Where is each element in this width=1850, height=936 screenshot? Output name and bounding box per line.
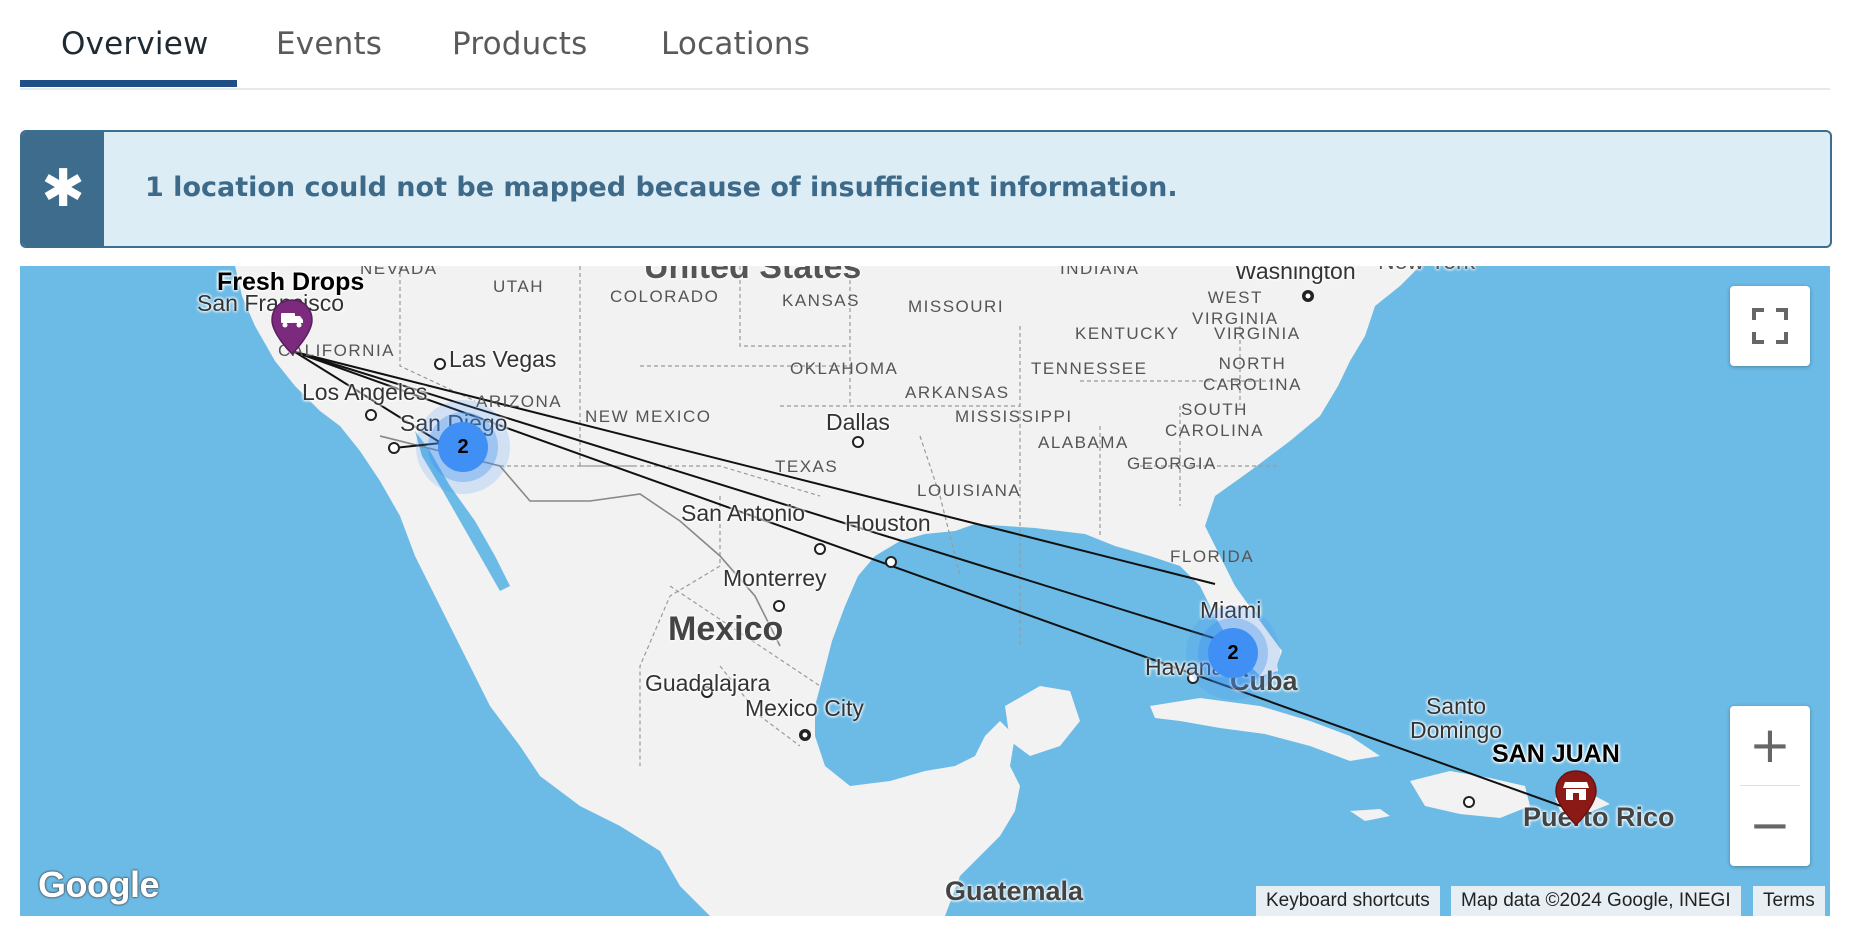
keyboard-shortcuts-link[interactable]: Keyboard shortcuts [1256,886,1440,916]
label-monterrey: Monterrey [723,565,827,591]
marker-title-san-juan: SAN JUAN [1492,740,1620,768]
zoom-control: + − [1730,706,1810,866]
label-north-carolina: NORTH CAROLINA [1203,354,1302,394]
map-data-attribution: Map data ©2024 Google, INEGI [1451,886,1741,916]
fullscreen-icon [1752,308,1788,344]
label-los-angeles: Los Angeles [302,379,428,405]
tab-events[interactable]: Events [276,26,382,62]
label-south-carolina: SOUTH CAROLINA [1165,400,1264,440]
label-arkansas: ARKANSAS [905,383,1010,402]
label-washington: Washington [1235,266,1356,284]
terms-link[interactable]: Terms [1753,886,1825,916]
tab-locations[interactable]: Locations [661,26,810,62]
label-louisiana: LOUISIANA [917,481,1022,500]
label-las-vegas: Las Vegas [449,346,557,372]
tab-products[interactable]: Products [452,26,587,62]
origin-marker[interactable] [270,298,314,356]
jamaica-land [1350,809,1390,821]
label-west-virginia: WEST VIRGINIA [1192,288,1279,328]
label-united-states: United States [644,266,862,286]
label-tennessee: TENNESSEE [1031,359,1148,378]
label-kentucky: KENTUCKY [1075,324,1180,343]
label-new-york: New York [1378,266,1475,275]
tab-overview[interactable]: Overview [61,26,209,62]
label-guadalajara: Guadalajara [645,670,771,696]
label-oklahoma: OKLAHOMA [790,359,899,378]
label-utah: UTAH [493,277,545,296]
zoom-in-button[interactable]: + [1730,706,1810,786]
asterisk-icon: ✱ [41,159,85,219]
label-santo-domingo: Santo Domingo [1410,693,1503,743]
label-mexico-city: Mexico City [745,695,864,721]
label-arizona: ARIZONA [476,392,563,411]
active-tab-indicator [20,80,237,87]
label-san-antonio: San Antonio [681,500,806,526]
label-florida: FLORIDA [1170,547,1255,566]
label-mexico: Mexico [668,610,784,648]
alert-icon-box: ✱ [22,132,104,246]
hispaniola-land [1410,771,1530,818]
yucatan-land [1005,686,1080,756]
label-puerto-rico: Puerto Rico [1523,802,1675,832]
label-colorado: COLORADO [610,287,720,306]
map-canvas[interactable]: United States Mexico Cuba Guatemala Puer… [20,266,1830,916]
label-new-mexico: NEW MEXICO [585,407,712,426]
label-kansas: KANSAS [782,291,860,310]
zoom-out-button[interactable]: − [1730,786,1810,866]
alert-message: 1 location could not be mapped because o… [145,172,1178,203]
label-houston: Houston [845,510,931,536]
label-missouri: MISSOURI [908,297,1005,316]
label-dallas: Dallas [826,409,890,435]
label-guatemala: Guatemala [945,876,1084,906]
label-virginia: VIRGINIA [1214,324,1301,343]
store-icon [1563,782,1589,800]
label-nevada: NEVADA [360,266,438,278]
label-mississippi: MISSISSIPPI [955,407,1073,426]
label-miami: Miami [1200,597,1262,623]
label-alabama: ALABAMA [1038,433,1129,452]
unmapped-locations-alert: ✱ 1 location could not be mapped because… [20,130,1832,248]
label-georgia: GEORGIA [1127,454,1217,473]
label-texas: TEXAS [775,457,839,476]
label-indiana: INDIANA [1060,266,1140,278]
google-logo[interactable]: Google [38,864,160,906]
marker-title-fresh-drops: Fresh Drops [217,268,365,296]
destination-marker[interactable] [1554,769,1598,827]
cluster-san-diego[interactable]: 2 [438,422,488,472]
cluster-miami[interactable]: 2 [1208,628,1258,678]
tab-bar: Overview Events Products Locations [20,0,1830,90]
fullscreen-button[interactable] [1730,286,1810,366]
